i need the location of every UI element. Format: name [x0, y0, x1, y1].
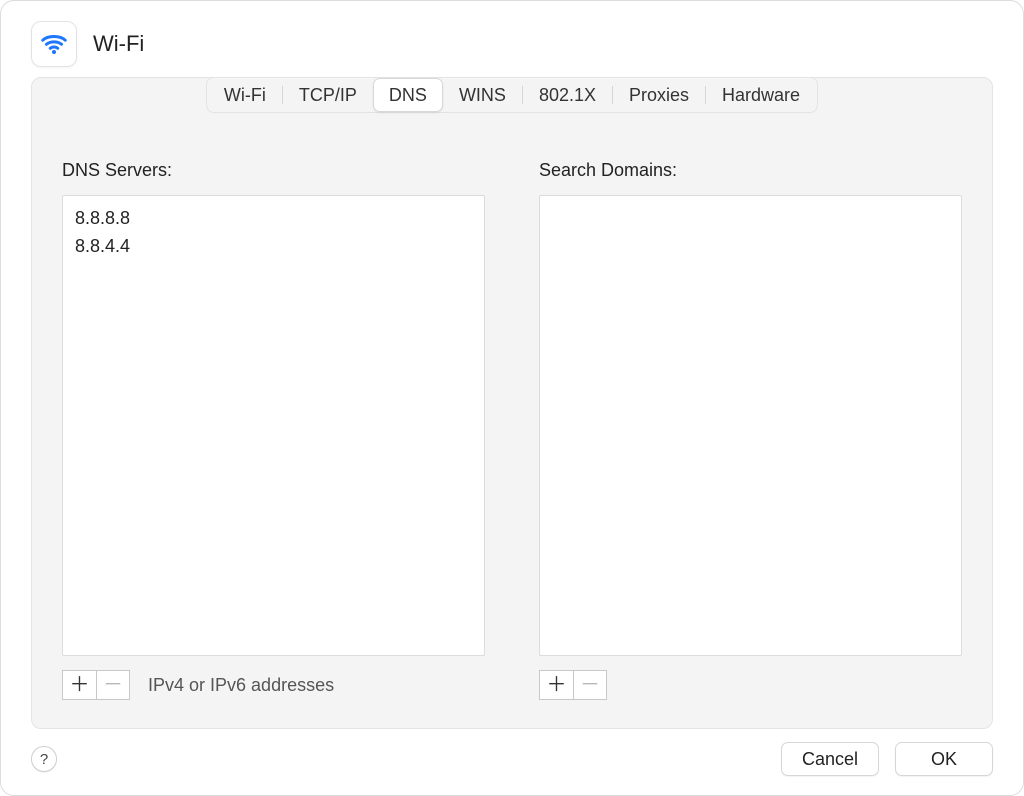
tab-label: Wi-Fi [224, 85, 266, 106]
list-item[interactable]: 8.8.8.8 [75, 204, 472, 232]
help-icon: ? [40, 751, 48, 768]
plus-icon: ＋ [547, 675, 567, 695]
dns-servers-column: DNS Servers: 8.8.8.8 8.8.4.4 ＋ － IPv4 or… [62, 160, 485, 700]
dns-hint: IPv4 or IPv6 addresses [148, 675, 334, 696]
add-dns-server-button[interactable]: ＋ [62, 670, 96, 700]
wifi-icon [31, 21, 77, 67]
help-button[interactable]: ? [31, 746, 57, 772]
tab-label: 802.1X [539, 85, 596, 106]
tab-label: Proxies [629, 85, 689, 106]
minus-icon: － [580, 675, 600, 695]
content-panel: Wi-Fi TCP/IP DNS WINS 802.1X Proxies Har… [31, 77, 993, 729]
ok-button[interactable]: OK [895, 742, 993, 776]
list-item[interactable]: 8.8.4.4 [75, 232, 472, 260]
add-search-domain-button[interactable]: ＋ [539, 670, 573, 700]
button-label: OK [931, 749, 957, 770]
tab-label: DNS [389, 85, 427, 106]
tab-hardware[interactable]: Hardware [706, 79, 816, 111]
tab-label: WINS [459, 85, 506, 106]
add-remove-group: ＋ － [539, 670, 607, 700]
tab-wifi[interactable]: Wi-Fi [208, 79, 282, 111]
tab-label: Hardware [722, 85, 800, 106]
page-title: Wi-Fi [93, 31, 144, 57]
tab-dns[interactable]: DNS [373, 78, 443, 112]
tab-label: TCP/IP [299, 85, 357, 106]
minus-icon: － [103, 675, 123, 695]
dns-servers-footer: ＋ － IPv4 or IPv6 addresses [62, 670, 485, 700]
dns-servers-list[interactable]: 8.8.8.8 8.8.4.4 [62, 195, 485, 656]
cancel-button[interactable]: Cancel [781, 742, 879, 776]
network-wifi-dns-panel: Wi-Fi Wi-Fi TCP/IP DNS WINS 802.1X Proxi… [0, 0, 1024, 796]
tab-tcpip[interactable]: TCP/IP [283, 79, 373, 111]
tab-wins[interactable]: WINS [443, 79, 522, 111]
search-domains-label: Search Domains: [539, 160, 962, 181]
remove-search-domain-button[interactable]: － [573, 670, 607, 700]
dns-servers-label: DNS Servers: [62, 160, 485, 181]
bottom-bar: ? Cancel OK [1, 729, 1023, 795]
tab-proxies[interactable]: Proxies [613, 79, 705, 111]
button-label: Cancel [802, 749, 858, 770]
remove-dns-server-button[interactable]: － [96, 670, 130, 700]
tab-bar: Wi-Fi TCP/IP DNS WINS 802.1X Proxies Har… [206, 77, 818, 113]
search-domains-list[interactable] [539, 195, 962, 656]
header: Wi-Fi [1, 1, 1023, 77]
tab-8021x[interactable]: 802.1X [523, 79, 612, 111]
add-remove-group: ＋ － [62, 670, 130, 700]
search-domains-footer: ＋ － [539, 670, 962, 700]
columns: DNS Servers: 8.8.8.8 8.8.4.4 ＋ － IPv4 or… [62, 160, 962, 700]
plus-icon: ＋ [70, 675, 90, 695]
search-domains-column: Search Domains: ＋ － [539, 160, 962, 700]
